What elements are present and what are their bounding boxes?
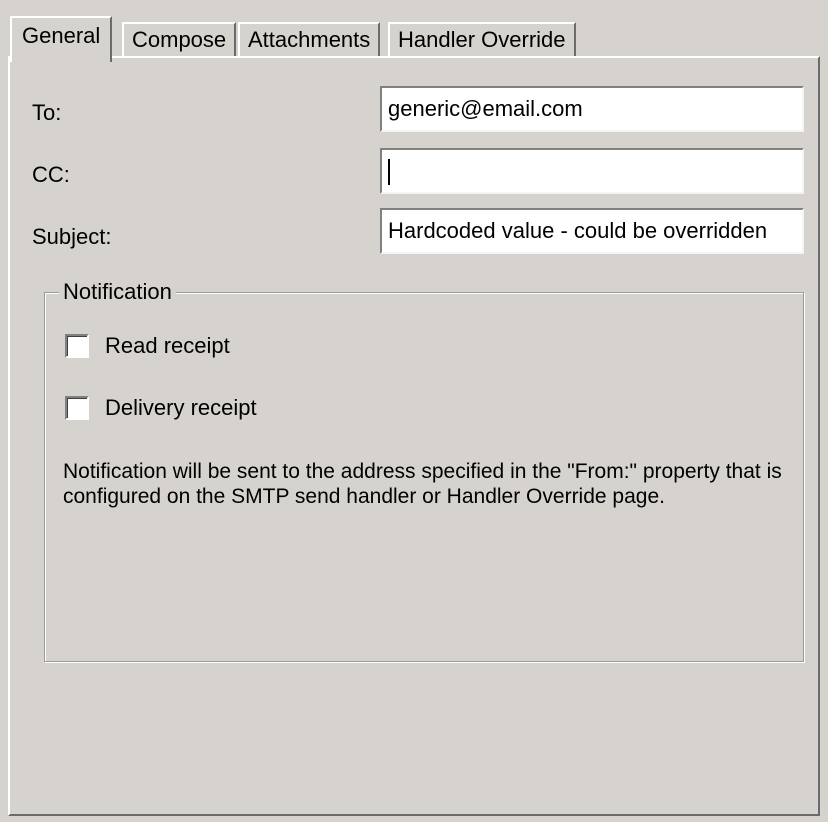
to-field[interactable] — [380, 86, 804, 132]
general-tab-page: To: CC: Subject: Notification Read recei… — [8, 56, 820, 816]
notification-legend: Notification — [59, 279, 176, 305]
delivery-receipt-option[interactable]: Delivery receipt — [65, 393, 257, 423]
notification-groupbox: Notification Read receipt Delivery recei… — [44, 279, 804, 662]
delivery-receipt-checkbox[interactable] — [65, 396, 89, 420]
read-receipt-checkbox[interactable] — [65, 334, 89, 358]
subject-label: Subject: — [32, 224, 112, 249]
tab-strip: General Compose Attachments Handler Over… — [10, 16, 820, 62]
cc-label: CC: — [32, 162, 70, 187]
tab-handler-override[interactable]: Handler Override — [388, 22, 576, 58]
read-receipt-label[interactable]: Read receipt — [105, 333, 230, 359]
delivery-receipt-label[interactable]: Delivery receipt — [105, 395, 257, 421]
notification-note: Notification will be sent to the address… — [63, 460, 782, 508]
text-caret — [388, 159, 390, 185]
cc-field[interactable] — [380, 148, 804, 194]
tab-compose[interactable]: Compose — [122, 22, 237, 58]
to-label: To: — [32, 100, 62, 125]
tab-general[interactable]: General — [10, 16, 113, 62]
subject-field[interactable] — [380, 208, 804, 254]
tab-attachments[interactable]: Attachments — [238, 22, 381, 58]
read-receipt-option[interactable]: Read receipt — [65, 331, 230, 361]
properties-dialog: General Compose Attachments Handler Over… — [0, 0, 828, 822]
